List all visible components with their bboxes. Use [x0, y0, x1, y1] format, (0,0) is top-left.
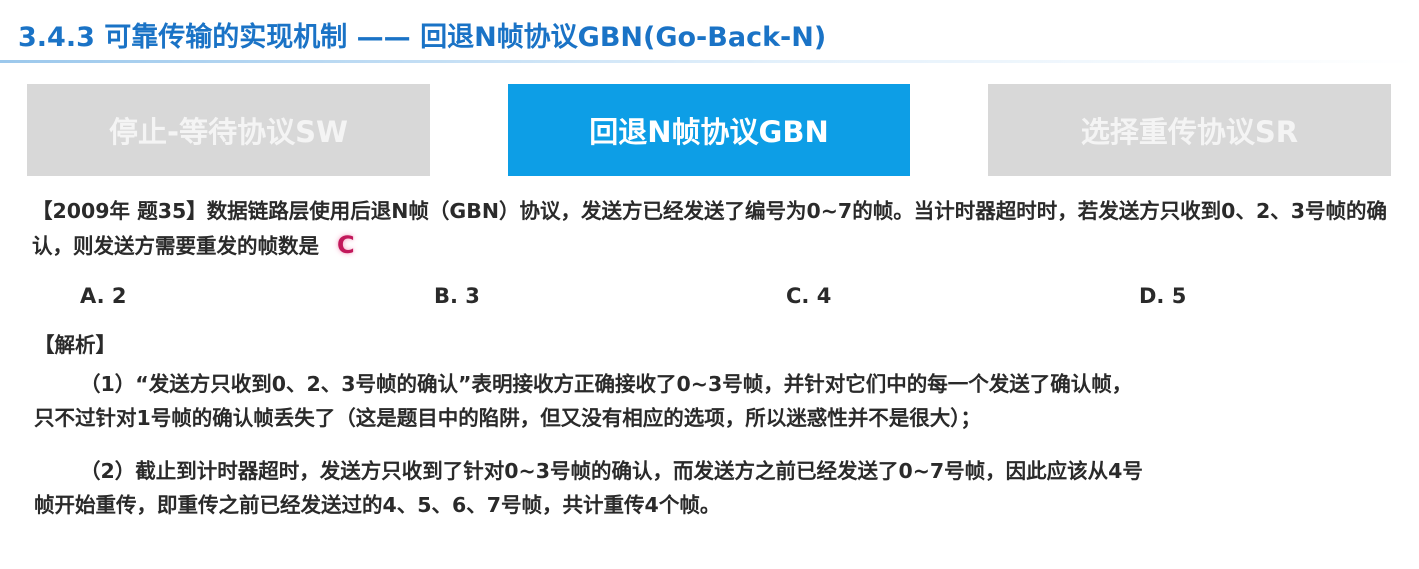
- option-a: A. 2: [80, 284, 127, 308]
- tab-stop-and-wait[interactable]: 停止-等待协议SW: [27, 84, 430, 176]
- answer-mark: C: [337, 231, 355, 259]
- option-b: B. 3: [434, 284, 480, 308]
- solution-p2-line2: 帧开始重传，即重传之前已经发送过的4、5、6、7号帧，共计重传4个帧。: [34, 493, 721, 517]
- option-c: C. 4: [786, 284, 832, 308]
- solution-paragraph-1: （1）“发送方只收到0、2、3号帧的确认”表明接收方正确接收了0~3号帧，并针对…: [34, 367, 1394, 435]
- option-d: D. 5: [1139, 284, 1187, 308]
- solution-paragraph-2: （2）截止到计时器超时，发送方只收到了针对0~3号帧的确认，而发送方之前已经发送…: [34, 454, 1394, 522]
- solution-p1-line1: （1）“发送方只收到0、2、3号帧的确认”表明接收方正确接收了0~3号帧，并针对…: [80, 372, 1133, 396]
- question-text: 【2009年 题35】数据链路层使用后退N帧（GBN）协议，发送方已经发送了编号…: [32, 199, 1387, 258]
- title-underline: [0, 60, 1419, 63]
- tab-go-back-n[interactable]: 回退N帧协议GBN: [508, 84, 910, 176]
- solution-p1-line2: 只不过针对1号帧的确认帧丢失了（这是题目中的陷阱，但又没有相应的选项，所以迷惑性…: [34, 406, 982, 430]
- solution-p2-line1: （2）截止到计时器超时，发送方只收到了针对0~3号帧的确认，而发送方之前已经发送…: [80, 459, 1143, 483]
- solution-heading: 【解析】: [34, 333, 116, 357]
- question-block: 【2009年 题35】数据链路层使用后退N帧（GBN）协议，发送方已经发送了编号…: [32, 194, 1392, 263]
- page-title: 3.4.3 可靠传输的实现机制 —— 回退N帧协议GBN(Go-Back-N): [18, 21, 827, 53]
- tab-selective-repeat[interactable]: 选择重传协议SR: [988, 84, 1391, 176]
